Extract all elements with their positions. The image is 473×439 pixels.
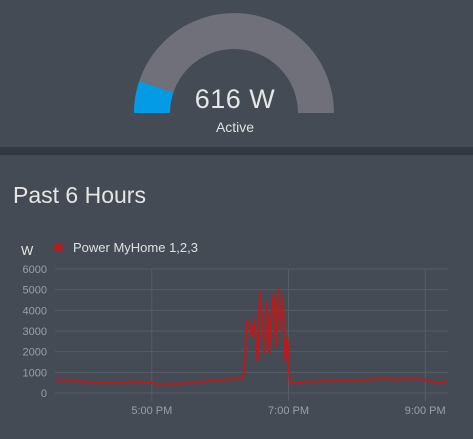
- y-tick-label: 5000: [23, 285, 47, 297]
- x-tick-label: 9:00 PM: [405, 405, 446, 417]
- y-tick-label: 0: [41, 388, 47, 400]
- x-tick-label: 5:00 PM: [131, 405, 172, 417]
- gauge-value: 616 W: [194, 84, 276, 114]
- gauge-card[interactable]: 616 W Active: [0, 0, 473, 147]
- y-tick-label: 6000: [23, 264, 47, 276]
- y-tick-label: 4000: [23, 305, 47, 317]
- series-line-power[interactable]: [54, 287, 449, 385]
- y-tick-label: 1000: [23, 367, 47, 379]
- y-axis-ticks: 0 1000 2000 3000 4000 5000 6000: [23, 264, 47, 400]
- gauge-state-label: Active: [215, 119, 255, 135]
- y-tick-label: 2000: [23, 347, 47, 359]
- history-chart[interactable]: 0 1000 2000 3000 4000 5000 6000 5:00 PM 7:00 PM…: [0, 155, 473, 439]
- x-axis-ticks: 5:00 PM 7:00 PM 9:00 PM: [131, 405, 445, 417]
- history-card: Past 6 Hours W Power MyHome 1,2,3 0 1000 2…: [0, 155, 473, 439]
- x-tick-label: 7:00 PM: [268, 405, 309, 417]
- y-tick-label: 3000: [23, 326, 47, 338]
